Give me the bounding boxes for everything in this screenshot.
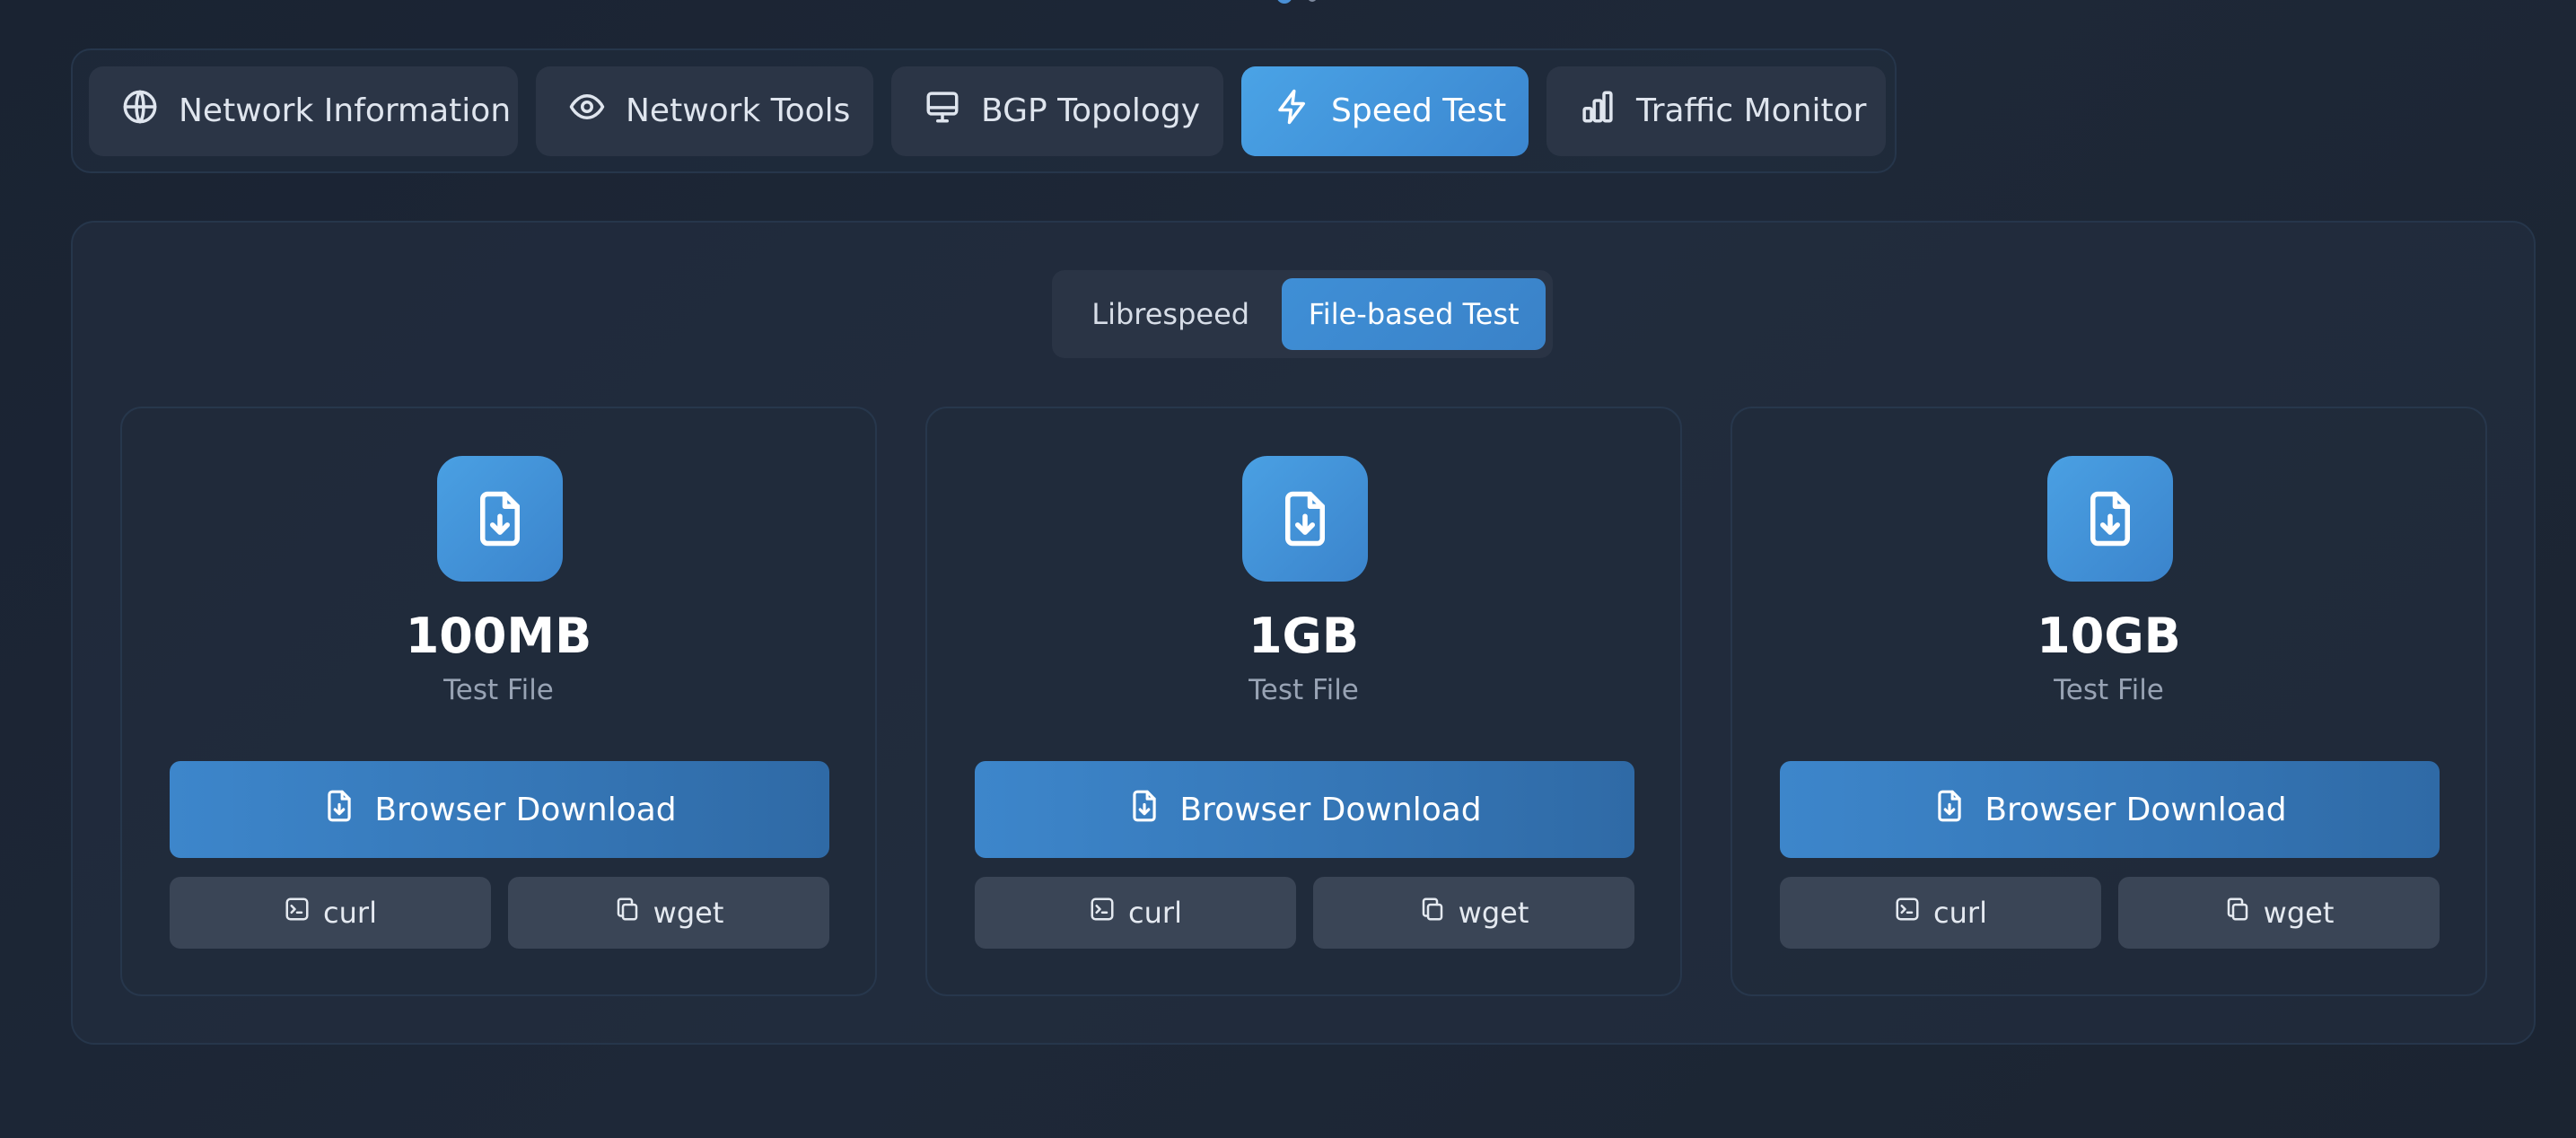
file-download-icon [1932,789,1967,831]
button-label: Browser Download [1985,791,2287,828]
button-label: Browser Download [1179,791,1482,828]
main-tab-bar: Network Information Network Tools BGP To… [71,48,1897,173]
carousel-dot [1308,0,1317,2]
button-label: curl [1933,896,1987,930]
button-label: wget [1458,896,1529,930]
button-label: curl [1128,896,1182,930]
monitor-icon [924,88,961,134]
file-caption: Test File [443,674,554,706]
button-label: Browser Download [374,791,677,828]
tab-label: Speed Test [1331,92,1507,129]
browser-download-button[interactable]: Browser Download [975,761,1634,858]
tab-label: Network Information [179,92,512,129]
file-download-icon [1127,789,1161,831]
wget-button[interactable]: wget [2118,877,2440,949]
file-download-icon [322,789,356,831]
tab-network-information[interactable]: Network Information [89,66,518,156]
test-file-cards: 100MB Test File Browser Download curl wg… [120,407,2487,996]
bar-chart-icon [1579,88,1617,134]
browser-download-button[interactable]: Browser Download [170,761,829,858]
tab-label: Traffic Monitor [1636,92,1867,129]
button-label: wget [653,896,724,930]
tab-label: BGP Topology [981,92,1201,129]
test-file-card-100mb: 100MB Test File Browser Download curl wg… [120,407,877,996]
speed-test-panel: Librespeed File-based Test 100MB Test Fi… [71,221,2536,1045]
button-label: wget [2263,896,2335,930]
file-size-label: 100MB [405,608,592,664]
file-caption: Test File [2054,674,2164,706]
mode-librespeed[interactable]: Librespeed [1059,278,1282,350]
test-file-card-1gb: 1GB Test File Browser Download curl wget [925,407,1682,996]
terminal-icon [1089,896,1116,930]
mode-file-based-test[interactable]: File-based Test [1282,278,1546,350]
tab-network-tools[interactable]: Network Tools [536,66,873,156]
file-size-label: 1GB [1248,608,1360,664]
tab-speed-test[interactable]: Speed Test [1241,66,1529,156]
terminal-icon [284,896,311,930]
test-mode-toggle: Librespeed File-based Test [1052,270,1553,358]
tab-traffic-monitor[interactable]: Traffic Monitor [1546,66,1886,156]
eye-icon [568,88,606,134]
file-download-icon [1242,456,1368,582]
copy-icon [2224,896,2251,930]
curl-button[interactable]: curl [170,877,491,949]
terminal-icon [1894,896,1921,930]
tab-label: Network Tools [626,92,851,129]
test-file-card-10gb: 10GB Test File Browser Download curl wge… [1730,407,2487,996]
file-caption: Test File [1249,674,1359,706]
copy-icon [614,896,641,930]
file-size-label: 10GB [2037,608,2181,664]
file-download-icon [437,456,563,582]
wget-button[interactable]: wget [1313,877,1634,949]
browser-download-button[interactable]: Browser Download [1780,761,2440,858]
button-label: curl [323,896,377,930]
globe-icon [121,88,159,134]
file-download-icon [2047,456,2173,582]
carousel-dot-active [1276,0,1292,4]
curl-button[interactable]: curl [975,877,1296,949]
lightning-icon [1274,88,1311,134]
curl-button[interactable]: curl [1780,877,2101,949]
tab-bgp-topology[interactable]: BGP Topology [891,66,1223,156]
wget-button[interactable]: wget [508,877,829,949]
copy-icon [1419,896,1446,930]
